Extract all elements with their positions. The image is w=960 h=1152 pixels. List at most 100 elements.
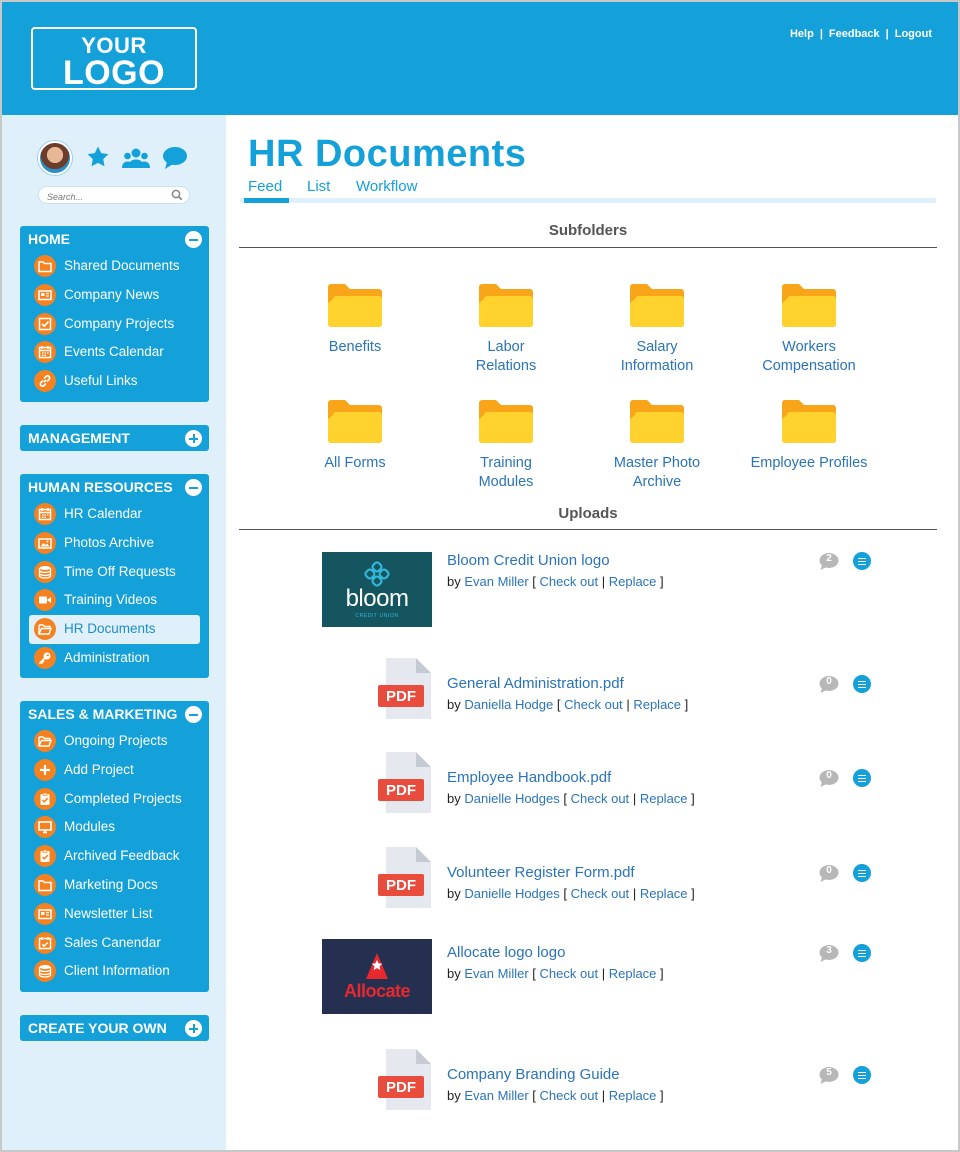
check-out-link[interactable]: Check out [571, 791, 630, 806]
sidebar-item-modules[interactable]: Modules [20, 813, 209, 842]
item-menu-icon[interactable] [853, 552, 871, 570]
author-link[interactable]: Evan Miller [464, 1088, 528, 1103]
upload-name-link[interactable]: Employee Handbook.pdf [447, 769, 611, 786]
replace-link[interactable]: Replace [633, 697, 681, 712]
check-out-link[interactable]: Check out [540, 1088, 599, 1103]
upload-name-link[interactable]: Company Branding Guide [447, 1066, 620, 1083]
sidebar-item-events-calendar[interactable]: Events Calendar [20, 338, 209, 367]
upload-name-link[interactable]: Volunteer Register Form.pdf [447, 864, 635, 881]
replace-link[interactable]: Replace [640, 791, 688, 806]
sidebar-item-label: Sales Canendar [64, 934, 161, 950]
comments-button[interactable]: 2 [819, 552, 839, 572]
sidebar-item-hr-calendar[interactable]: HR Calendar [20, 500, 209, 529]
sidebar-item-company-news[interactable]: Company News [20, 281, 209, 310]
sidebar-item-administration[interactable]: Administration [20, 644, 209, 673]
pdf-label: PDF [386, 877, 416, 894]
sidebar-item-ongoing-projects[interactable]: Ongoing Projects [20, 727, 209, 756]
replace-link[interactable]: Replace [609, 966, 657, 981]
sidebar-item-photos-archive[interactable]: Photos Archive [20, 529, 209, 558]
author-link[interactable]: Evan Miller [464, 966, 528, 981]
subfolder[interactable]: Salary Information [582, 283, 732, 375]
upload-meta: by Daniella Hodge [ Check out | Replace … [447, 697, 688, 712]
sidebar-item-hr-documents[interactable]: HR Documents [29, 615, 200, 644]
chat-icon[interactable] [162, 146, 188, 170]
sidebar-item-newsletter-list[interactable]: Newsletter List [20, 900, 209, 929]
collapse-icon[interactable] [185, 706, 202, 723]
item-menu-icon[interactable] [853, 864, 871, 882]
create-your-own-panel-header[interactable]: CREATE YOUR OWN [20, 1015, 209, 1041]
upload-row: Allocate Allocate logo logo by Evan Miller… [322, 939, 882, 1024]
comments-button[interactable]: 0 [819, 769, 839, 789]
author-link[interactable]: Danielle Hodges [464, 886, 559, 901]
pdf-file-icon[interactable]: PDF [378, 751, 434, 815]
sidebar-item-shared-documents[interactable]: Shared Documents [20, 252, 209, 281]
upload-name-link[interactable]: General Administration.pdf [447, 675, 624, 692]
pdf-file-icon[interactable]: PDF [378, 657, 434, 721]
tab-workflow[interactable]: Workflow [356, 178, 417, 203]
search-icon[interactable] [171, 189, 183, 201]
check-out-link[interactable]: Check out [564, 697, 623, 712]
sidebar-item-add-project[interactable]: Add Project [20, 756, 209, 785]
human-resources-panel-header[interactable]: HUMAN RESOURCES [20, 474, 209, 500]
upload-name-link[interactable]: Allocate logo logo [447, 944, 565, 961]
sidebar-item-marketing-docs[interactable]: Marketing Docs [20, 871, 209, 900]
author-link[interactable]: Danielle Hodges [464, 791, 559, 806]
check-out-link[interactable]: Check out [540, 574, 599, 589]
help-link[interactable]: Help [790, 28, 814, 40]
pdf-file-icon[interactable]: PDF [378, 846, 434, 910]
replace-link[interactable]: Replace [609, 1088, 657, 1103]
subfolder[interactable]: Benefits [280, 283, 430, 357]
collapse-icon[interactable] [185, 231, 202, 248]
feedback-link[interactable]: Feedback [829, 28, 880, 40]
video-camera-icon [34, 589, 56, 612]
expand-icon[interactable] [185, 430, 202, 447]
author-link[interactable]: Evan Miller [464, 574, 528, 589]
pdf-file-icon[interactable]: PDF [378, 1048, 434, 1112]
check-out-link[interactable]: Check out [540, 966, 599, 981]
comments-button[interactable]: 0 [819, 864, 839, 884]
subfolder[interactable]: Workers Compensation [734, 283, 884, 375]
sidebar-item-archived-feedback[interactable]: Archived Feedback [20, 842, 209, 871]
tab-feed[interactable]: Feed [244, 178, 289, 203]
sidebar-item-useful-links[interactable]: Useful Links [20, 367, 209, 396]
sidebar-item-client-information[interactable]: Client Information [20, 957, 209, 986]
upload-name-link[interactable]: Bloom Credit Union logo [447, 552, 610, 569]
item-menu-icon[interactable] [853, 769, 871, 787]
replace-link[interactable]: Replace [640, 886, 688, 901]
sidebar-item-time-off-requests[interactable]: Time Off Requests [20, 558, 209, 587]
subfolder[interactable]: Master Photo Archive [582, 399, 732, 491]
allocate-logo-thumbnail[interactable]: Allocate [322, 939, 432, 1014]
sidebar-item-sales-calendar[interactable]: Sales Canendar [20, 929, 209, 958]
subfolder[interactable]: Training Modules [431, 399, 581, 491]
sales-marketing-panel-header[interactable]: SALES & MARKETING [20, 701, 209, 727]
bloom-logo-thumbnail[interactable]: bloom CREDIT UNION [322, 552, 432, 627]
avatar[interactable] [38, 141, 72, 175]
subfolder-label: Workers Compensation [734, 338, 884, 375]
item-menu-icon[interactable] [853, 1066, 871, 1084]
tab-list[interactable]: List [307, 178, 330, 203]
home-panel-header[interactable]: HOME [20, 226, 209, 252]
check-out-link[interactable]: Check out [571, 886, 630, 901]
logout-link[interactable]: Logout [895, 28, 932, 40]
subfolder[interactable]: Labor Relations [431, 283, 581, 375]
expand-icon[interactable] [185, 1020, 202, 1037]
sidebar-item-training-videos[interactable]: Training Videos [20, 586, 209, 615]
comment-count: 2 [826, 553, 832, 564]
search-input[interactable] [47, 189, 167, 205]
company-logo[interactable]: YOUR LOGO [31, 27, 197, 90]
star-icon[interactable] [86, 145, 110, 169]
replace-link[interactable]: Replace [609, 574, 657, 589]
item-menu-icon[interactable] [853, 675, 871, 693]
sidebar-item-completed-projects[interactable]: Completed Projects [20, 785, 209, 814]
comments-button[interactable]: 0 [819, 675, 839, 695]
comments-button[interactable]: 3 [819, 944, 839, 964]
subfolder[interactable]: All Forms [280, 399, 430, 473]
subfolder[interactable]: Employee Profiles [734, 399, 884, 473]
team-icon[interactable] [122, 147, 150, 169]
management-panel-header[interactable]: MANAGEMENT [20, 425, 209, 451]
comments-button[interactable]: 5 [819, 1066, 839, 1086]
author-link[interactable]: Daniella Hodge [464, 697, 553, 712]
collapse-icon[interactable] [185, 479, 202, 496]
sidebar-item-company-projects[interactable]: Company Projects [20, 310, 209, 339]
item-menu-icon[interactable] [853, 944, 871, 962]
